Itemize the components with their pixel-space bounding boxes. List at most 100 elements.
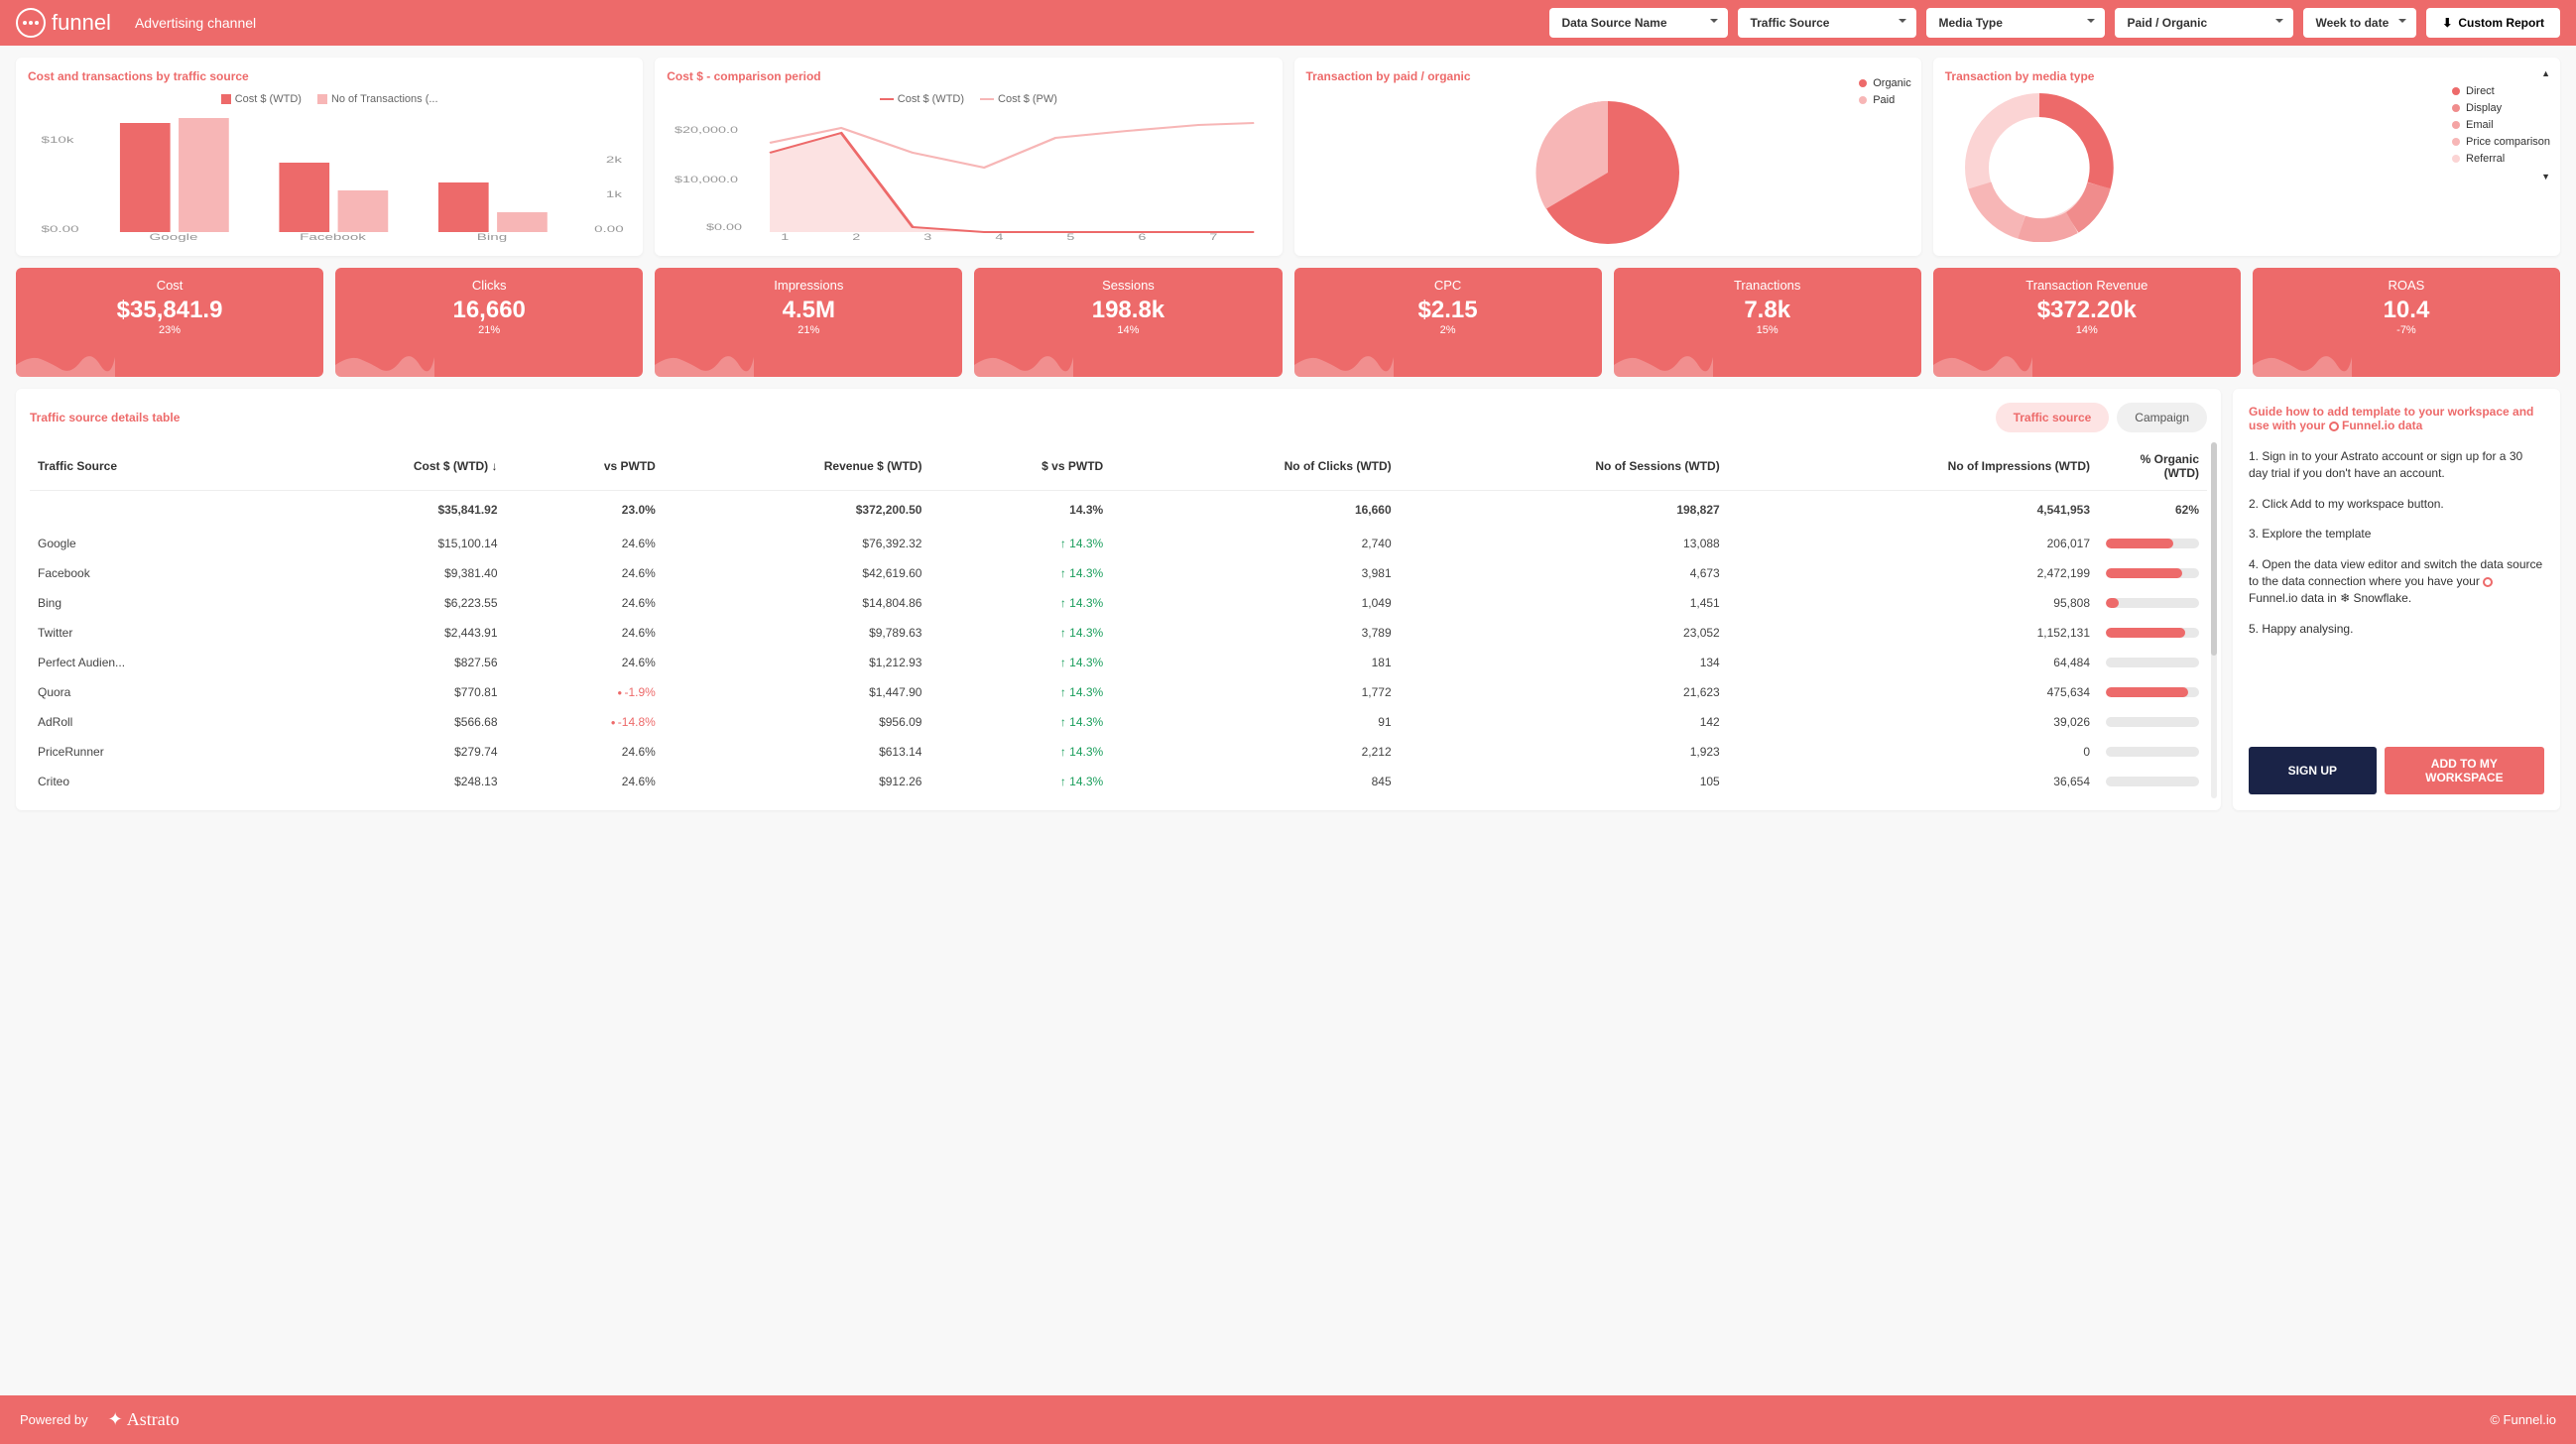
svg-text:5: 5 bbox=[1067, 232, 1075, 242]
svg-text:1k: 1k bbox=[606, 189, 623, 199]
kpi-pct: 23% bbox=[26, 324, 313, 336]
kpi-value: 16,660 bbox=[345, 297, 633, 324]
column-header[interactable]: Revenue $ (WTD) bbox=[664, 442, 930, 491]
kpi-card: Clicks 16,660 21% bbox=[335, 268, 643, 377]
brand-name: funnel bbox=[52, 10, 111, 36]
svg-text:3: 3 bbox=[924, 232, 932, 242]
footer: Powered by ✦Astrato © Funnel.io bbox=[0, 1395, 2576, 1444]
table-row[interactable]: Twitter$2,443.9124.6%$9,789.6314.3%3,789… bbox=[30, 618, 2207, 648]
table-row[interactable]: PriceRunner$279.7424.6%$613.1414.3%2,212… bbox=[30, 737, 2207, 767]
table-scrollbar[interactable] bbox=[2211, 442, 2217, 798]
kpi-card: CPC $2.15 2% bbox=[1294, 268, 1602, 377]
copyright: © Funnel.io bbox=[2490, 1412, 2556, 1427]
kpi-label: Tranactions bbox=[1624, 278, 1911, 293]
guide-step: 5. Happy analysing. bbox=[2249, 621, 2544, 638]
kpi-row: Cost $35,841.9 23% Clicks 16,660 21% Imp… bbox=[16, 268, 2560, 377]
svg-text:2: 2 bbox=[853, 232, 861, 242]
svg-text:0.00: 0.00 bbox=[594, 224, 624, 234]
tab-traffic-source[interactable]: Traffic source bbox=[1996, 403, 2110, 432]
column-header[interactable]: vs PWTD bbox=[506, 442, 664, 491]
column-header[interactable]: No of Sessions (WTD) bbox=[1400, 442, 1728, 491]
header: funnel Advertising channel Data Source N… bbox=[0, 0, 2576, 46]
astrato-icon: ✦ bbox=[108, 1409, 123, 1430]
table-row[interactable]: AdRoll$566.68-14.8%$956.0914.3%9114239,0… bbox=[30, 707, 2207, 737]
kpi-card: Cost $35,841.9 23% bbox=[16, 268, 323, 377]
kpi-value: 4.5M bbox=[665, 297, 952, 324]
chart-transaction-media-type: Transaction by media type ▲ Direct Displ… bbox=[1933, 58, 2560, 256]
svg-text:7: 7 bbox=[1210, 232, 1218, 242]
kpi-label: Sessions bbox=[984, 278, 1272, 293]
scroll-up-icon[interactable]: ▲ bbox=[2541, 68, 2550, 78]
traffic-table: Traffic SourceCost $ (WTD) ↓vs PWTDReven… bbox=[30, 442, 2207, 796]
table-row[interactable]: Facebook$9,381.4024.6%$42,619.6014.3%3,9… bbox=[30, 558, 2207, 588]
kpi-pct: -7% bbox=[2263, 324, 2550, 336]
column-header[interactable]: No of Impressions (WTD) bbox=[1728, 442, 2098, 491]
kpi-value: 198.8k bbox=[984, 297, 1272, 324]
filter-bar: Data Source Name Traffic Source Media Ty… bbox=[1549, 8, 2560, 38]
kpi-value: $2.15 bbox=[1304, 297, 1592, 324]
kpi-label: Transaction Revenue bbox=[1943, 278, 2231, 293]
column-header[interactable]: No of Clicks (WTD) bbox=[1111, 442, 1399, 491]
kpi-label: ROAS bbox=[2263, 278, 2550, 293]
kpi-card: ROAS 10.4 -7% bbox=[2253, 268, 2560, 377]
chart-cost-transactions: Cost and transactions by traffic source … bbox=[16, 58, 643, 256]
custom-report-button[interactable]: ⬇Custom Report bbox=[2426, 8, 2560, 38]
guide-step: 4. Open the data view editor and switch … bbox=[2249, 556, 2544, 606]
svg-text:6: 6 bbox=[1139, 232, 1147, 242]
svg-text:$10,000.0: $10,000.0 bbox=[675, 175, 738, 184]
table-total-row: $35,841.9223.0%$372,200.5014.3%16,660198… bbox=[30, 491, 2207, 530]
kpi-pct: 21% bbox=[345, 324, 633, 336]
kpi-pct: 2% bbox=[1304, 324, 1592, 336]
logo-icon bbox=[16, 8, 46, 38]
svg-text:Bing: Bing bbox=[477, 232, 507, 242]
kpi-card: Impressions 4.5M 21% bbox=[655, 268, 962, 377]
kpi-pct: 15% bbox=[1624, 324, 1911, 336]
guide-step: 1. Sign in to your Astrato account or si… bbox=[2249, 448, 2544, 482]
table-row[interactable]: Perfect Audien...$827.5624.6%$1,212.9314… bbox=[30, 648, 2207, 677]
column-header[interactable]: Traffic Source bbox=[30, 442, 272, 491]
kpi-label: Impressions bbox=[665, 278, 952, 293]
table-row[interactable]: Bing$6,223.5524.6%$14,804.8614.3%1,0491,… bbox=[30, 588, 2207, 618]
svg-text:$10k: $10k bbox=[42, 135, 75, 145]
add-workspace-button[interactable]: ADD TO MY WORKSPACE bbox=[2385, 747, 2544, 794]
table-row[interactable]: Criteo$248.1324.6%$912.2614.3%84510536,6… bbox=[30, 767, 2207, 796]
kpi-label: Cost bbox=[26, 278, 313, 293]
kpi-value: 10.4 bbox=[2263, 297, 2550, 324]
guide-step: 2. Click Add to my workspace button. bbox=[2249, 496, 2544, 513]
guide-title: Guide how to add template to your worksp… bbox=[2249, 405, 2544, 432]
column-header[interactable]: Cost $ (WTD) ↓ bbox=[272, 442, 506, 491]
svg-text:2k: 2k bbox=[606, 155, 623, 165]
column-header[interactable]: $ vs PWTD bbox=[929, 442, 1111, 491]
scroll-down-icon[interactable]: ▼ bbox=[2541, 172, 2550, 181]
kpi-label: Clicks bbox=[345, 278, 633, 293]
filter-traffic-source[interactable]: Traffic Source bbox=[1738, 8, 1916, 38]
tab-campaign[interactable]: Campaign bbox=[2117, 403, 2207, 432]
svg-text:4: 4 bbox=[996, 232, 1004, 242]
kpi-value: $35,841.9 bbox=[26, 297, 313, 324]
svg-text:$0.00: $0.00 bbox=[706, 222, 742, 232]
filter-media-type[interactable]: Media Type bbox=[1926, 8, 2105, 38]
kpi-card: Transaction Revenue $372.20k 14% bbox=[1933, 268, 2241, 377]
svg-text:Google: Google bbox=[149, 232, 197, 242]
kpi-pct: 14% bbox=[1943, 324, 2231, 336]
kpi-card: Tranactions 7.8k 15% bbox=[1614, 268, 1921, 377]
table-tab-toggle: Traffic source Campaign bbox=[1996, 403, 2207, 432]
astrato-logo: ✦Astrato bbox=[108, 1409, 180, 1430]
chart-transaction-paid-organic: Transaction by paid / organic Organic Pa… bbox=[1294, 58, 1921, 256]
brand-logo: funnel bbox=[16, 8, 111, 38]
guide-card: Guide how to add template to your worksp… bbox=[2233, 389, 2560, 810]
column-header[interactable]: % Organic (WTD) bbox=[2098, 442, 2207, 491]
signup-button[interactable]: SIGN UP bbox=[2249, 747, 2377, 794]
kpi-pct: 21% bbox=[665, 324, 952, 336]
table-row[interactable]: Quora$770.81-1.9%$1,447.9014.3%1,77221,6… bbox=[30, 677, 2207, 707]
filter-paid-organic[interactable]: Paid / Organic bbox=[2115, 8, 2293, 38]
svg-text:1: 1 bbox=[781, 232, 789, 242]
guide-step: 3. Explore the template bbox=[2249, 526, 2544, 542]
filter-date-range[interactable]: Week to date bbox=[2303, 8, 2416, 38]
table-row[interactable]: Google$15,100.1424.6%$76,392.3214.3%2,74… bbox=[30, 529, 2207, 558]
kpi-value: 7.8k bbox=[1624, 297, 1911, 324]
kpi-value: $372.20k bbox=[1943, 297, 2231, 324]
filter-data-source[interactable]: Data Source Name bbox=[1549, 8, 1728, 38]
download-icon: ⬇ bbox=[2442, 16, 2452, 30]
kpi-pct: 14% bbox=[984, 324, 1272, 336]
